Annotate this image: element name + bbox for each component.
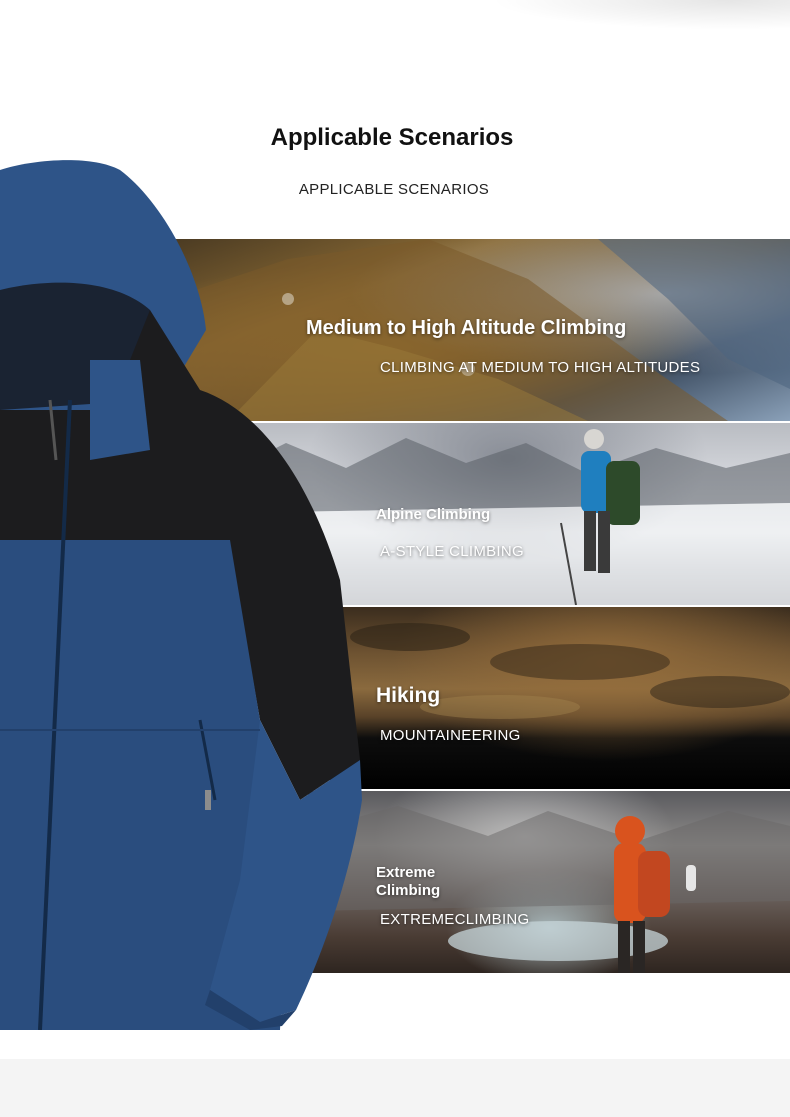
scenario-title-line: Extreme: [376, 864, 436, 881]
section-title: Applicable Scenarios: [270, 124, 514, 151]
scenario-subtitle: MOUNTAINEERING: [380, 727, 521, 744]
jacket-product-image: [0, 160, 362, 1030]
scenario-title: Alpine Climbing: [376, 506, 491, 523]
scenario-card-hiking: Hiking MOUNTAINEERING: [330, 607, 790, 789]
scenario-title-line: Climbing: [376, 882, 441, 899]
product-detail-page: Applicable Scenarios APPLICABLE SCENARIO…: [0, 0, 790, 1117]
scenario-card-extreme-climbing: Extreme Climbing EXTREMECLIMBING: [308, 791, 790, 973]
scenario-subtitle: EXTREMECLIMBING: [380, 911, 530, 928]
footer-band: [0, 1059, 790, 1117]
scenario-subtitle: A-STYLE CLIMBING: [380, 543, 524, 560]
scenario-title: Hiking: [376, 684, 441, 707]
scenario-title: Extreme Climbing: [376, 864, 440, 900]
scenario-subtitle: CLIMBING AT MEDIUM TO HIGH ALTITUDES: [380, 359, 701, 376]
top-shadow: [490, 0, 790, 30]
